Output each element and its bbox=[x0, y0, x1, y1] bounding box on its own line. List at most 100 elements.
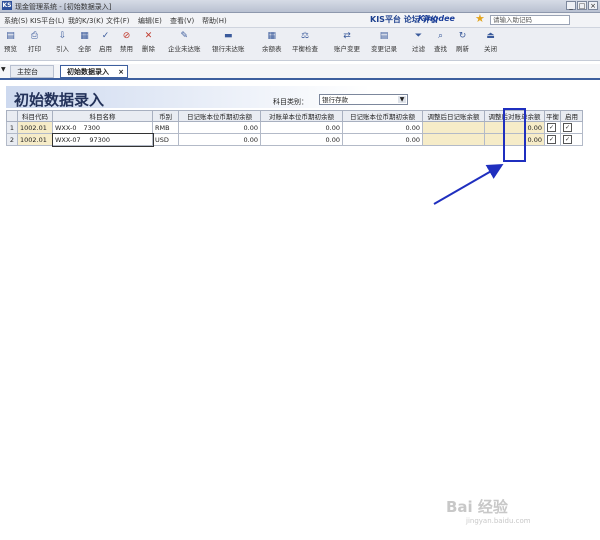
enabled-cell[interactable]: ✓ bbox=[560, 121, 583, 134]
edit-icon: ✎ bbox=[180, 31, 189, 41]
account-name-prefix: WXX-0 bbox=[55, 123, 77, 132]
header-enabled[interactable]: 启用 bbox=[560, 110, 583, 122]
balanced-cell: ✓ bbox=[544, 121, 561, 134]
delete-icon: ✕ bbox=[144, 31, 153, 41]
enabled-checkbox[interactable]: ✓ bbox=[563, 123, 572, 132]
check-icon: ⚖ bbox=[300, 31, 310, 41]
header-adjusted-journal-balance[interactable]: 调整后日记账余额 bbox=[422, 110, 485, 122]
balance-check-button[interactable]: ⚖ 平衡检查 bbox=[292, 31, 318, 53]
table-icon: ▦ bbox=[267, 31, 276, 41]
account-code-cell[interactable]: 1002.01 bbox=[17, 133, 53, 146]
kingdee-logo: Kingdee bbox=[418, 14, 455, 23]
account-change-button[interactable]: ⇄ 账户变更 bbox=[334, 31, 360, 53]
value-cell[interactable]: 0.00 bbox=[342, 133, 423, 146]
value-cell[interactable]: 0.00 bbox=[342, 121, 423, 134]
printer-icon: ⎙ bbox=[30, 31, 39, 41]
disable-button[interactable]: ⊘ 禁用 bbox=[120, 31, 133, 53]
account-name-cell[interactable]: WXX-0 7300 bbox=[52, 121, 153, 134]
tab-bar: ▼ 主控台 初始数据录入 × bbox=[0, 64, 600, 80]
table-row: 1 1002.01 WXX-0 7300 RMB 0.00 0.00 0.00 … bbox=[6, 121, 583, 134]
menu-kis-platform[interactable]: KIS平台(L) bbox=[30, 16, 64, 26]
tab-initial-data-entry[interactable]: 初始数据录入 × bbox=[60, 65, 128, 78]
refresh-icon: ↻ bbox=[458, 31, 467, 41]
account-code-cell[interactable]: 1002.01 bbox=[17, 121, 53, 134]
close-button[interactable]: × bbox=[588, 1, 598, 10]
account-name-prefix: WXX-07 bbox=[55, 135, 81, 144]
bank-icon: ▬ bbox=[223, 31, 233, 41]
window-controls: _ □ × bbox=[566, 1, 598, 10]
maximize-button[interactable]: □ bbox=[577, 1, 587, 10]
value-cell[interactable]: 0.00 bbox=[260, 133, 343, 146]
refresh-button[interactable]: ↻ 刷新 bbox=[456, 31, 469, 53]
page-title: 初始数据录入 bbox=[14, 91, 105, 109]
find-button[interactable]: ⌕ 查找 bbox=[434, 31, 447, 53]
menu-help[interactable]: 帮助(H) bbox=[202, 16, 227, 26]
menu-view[interactable]: 查看(V) bbox=[170, 16, 194, 26]
menu-my-k3[interactable]: 我的K/3(K) bbox=[68, 16, 103, 26]
menu-edit[interactable]: 编辑(E) bbox=[138, 16, 162, 26]
preview-button[interactable]: ▤ 预览 bbox=[4, 31, 17, 53]
currency-cell[interactable]: USD bbox=[152, 133, 179, 146]
enabled-cell[interactable]: ✓ bbox=[560, 133, 583, 146]
row-number: 1 bbox=[6, 121, 18, 134]
header-account-code[interactable]: 科目代码 bbox=[17, 110, 53, 122]
enterprise-unreconciled-button[interactable]: ✎ 企业未达账 bbox=[168, 31, 201, 53]
header-statement-opening-balance[interactable]: 对账单本位币期初余额 bbox=[260, 110, 343, 122]
value-cell[interactable]: 0.00 bbox=[178, 133, 261, 146]
menu-file[interactable]: 文件(F) bbox=[106, 16, 130, 26]
header-rownum bbox=[6, 110, 18, 122]
filter-icon: ⏷ bbox=[414, 31, 423, 41]
balanced-cell: ✓ bbox=[544, 133, 561, 146]
account-change-icon: ⇄ bbox=[343, 31, 351, 41]
filter-button[interactable]: ⏷ 过滤 bbox=[412, 31, 425, 53]
tab-main-console[interactable]: 主控台 bbox=[10, 65, 54, 78]
enable-button[interactable]: ✓ 启用 bbox=[99, 31, 112, 53]
search-icon: ⌕ bbox=[437, 31, 444, 41]
exit-icon: ⏏ bbox=[486, 31, 495, 41]
baidu-watermark-url: jingyan.baidu.com bbox=[466, 517, 531, 525]
header-journal-opening-balance-2[interactable]: 日记账本位币期初余额 bbox=[342, 110, 423, 122]
row-number: 2 bbox=[6, 133, 18, 146]
select-all-icon: ▦ bbox=[80, 31, 89, 41]
balanced-checkbox: ✓ bbox=[547, 135, 556, 144]
header-currency[interactable]: 币别 bbox=[152, 110, 179, 122]
adjusted-journal-cell bbox=[422, 121, 485, 134]
preview-icon: ▤ bbox=[6, 31, 15, 41]
star-icon: ★ bbox=[475, 12, 485, 25]
value-cell[interactable]: 0.00 bbox=[178, 121, 261, 134]
bank-unreconciled-button[interactable]: ▬ 银行未达账 bbox=[212, 31, 245, 53]
balance-table-button[interactable]: ▦ 余额表 bbox=[262, 31, 282, 53]
baidu-watermark: Bai 经验 bbox=[446, 498, 508, 516]
menu-bar: 系统(S) KIS平台(L) 我的K/3(K) 文件(F) 编辑(E) 查看(V… bbox=[0, 13, 600, 28]
category-select[interactable]: 银行存款 ▼ bbox=[319, 94, 408, 105]
delete-button[interactable]: ✕ 删除 bbox=[142, 31, 155, 53]
tab-list-chevron-icon[interactable]: ▼ bbox=[1, 66, 6, 73]
enabled-checkbox[interactable]: ✓ bbox=[563, 135, 572, 144]
header-journal-opening-balance[interactable]: 日记账本位币期初余额 bbox=[178, 110, 261, 122]
tab-close-icon[interactable]: × bbox=[118, 66, 124, 79]
print-button[interactable]: ⎙ 打印 bbox=[28, 31, 41, 53]
enabled-column-highlight bbox=[503, 108, 526, 162]
log-icon: ▤ bbox=[379, 31, 389, 41]
category-value: 银行存款 bbox=[322, 96, 348, 104]
account-name-cell[interactable]: WXX-07 97300 bbox=[51, 132, 154, 147]
balanced-checkbox: ✓ bbox=[547, 123, 556, 132]
account-name-suffix: 97300 bbox=[89, 135, 110, 144]
menu-system[interactable]: 系统(S) bbox=[4, 16, 28, 26]
header-balanced[interactable]: 平衡 bbox=[544, 110, 561, 122]
currency-cell[interactable]: RMB bbox=[152, 121, 179, 134]
change-log-button[interactable]: ▤ 变更记录 bbox=[371, 31, 397, 53]
select-all-button[interactable]: ▦ 全部 bbox=[78, 31, 91, 53]
header-account-name[interactable]: 科目名称 bbox=[52, 110, 153, 122]
minimize-button[interactable]: _ bbox=[566, 1, 576, 10]
close-page-button[interactable]: ⏏ 关闭 bbox=[484, 31, 497, 53]
initial-data-grid: 科目代码 科目名称 币别 日记账本位币期初余额 对账单本位币期初余额 日记账本位… bbox=[6, 110, 583, 147]
annotation-arrow-icon bbox=[433, 164, 504, 205]
tab-active-label: 初始数据录入 bbox=[67, 68, 109, 76]
category-label: 科目类别： bbox=[273, 98, 308, 106]
chevron-down-icon: ▼ bbox=[398, 96, 406, 103]
mnemonic-search-input[interactable]: 请输入助记码 bbox=[490, 15, 570, 25]
toolbar: ▤ 预览 ⎙ 打印 ⇩ 引入 ▦ 全部 ✓ 启用 ⊘ 禁用 ✕ 删除 ✎ 企业未达账 ▬ 银行未达… bbox=[0, 28, 600, 61]
import-button[interactable]: ⇩ 引入 bbox=[56, 31, 69, 53]
value-cell[interactable]: 0.00 bbox=[260, 121, 343, 134]
